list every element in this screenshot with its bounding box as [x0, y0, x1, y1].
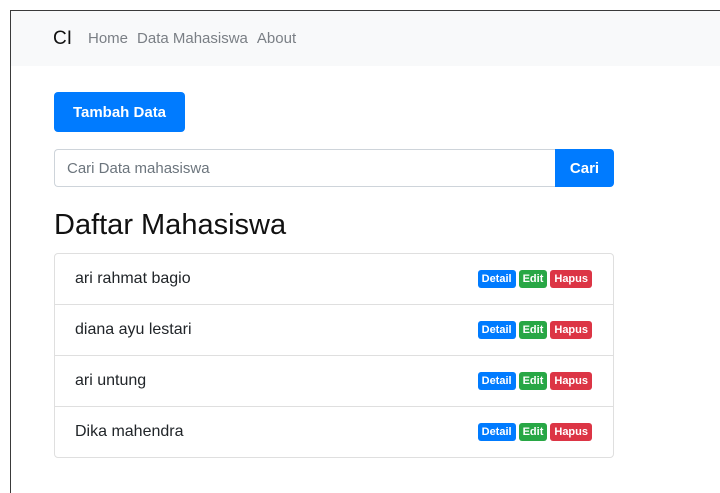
detail-badge[interactable]: Detail — [477, 372, 516, 390]
list-item: Dika mahendra Detail Edit Hapus — [55, 407, 613, 457]
detail-badge[interactable]: Detail — [477, 321, 516, 339]
delete-badge[interactable]: Hapus — [550, 270, 592, 288]
item-actions: Detail Edit Hapus — [477, 270, 592, 288]
search-group: Cari — [54, 149, 614, 187]
nav-link-about[interactable]: About — [257, 30, 296, 47]
edit-badge[interactable]: Edit — [518, 423, 548, 441]
search-button[interactable]: Cari — [555, 149, 614, 187]
add-data-button[interactable]: Tambah Data — [54, 92, 185, 132]
student-list: ari rahmat bagio Detail Edit Hapus diana… — [54, 253, 614, 458]
list-item: ari rahmat bagio Detail Edit Hapus — [55, 254, 613, 305]
page-title: Daftar Mahasiswa — [54, 209, 287, 241]
detail-badge[interactable]: Detail — [477, 270, 516, 288]
item-actions: Detail Edit Hapus — [477, 321, 592, 339]
search-input[interactable] — [54, 149, 555, 187]
detail-badge[interactable]: Detail — [477, 423, 516, 441]
browser-viewport: CI Home Data Mahasiswa About Tambah Data… — [10, 10, 720, 493]
nav-link-data-mahasiswa[interactable]: Data Mahasiswa — [137, 30, 248, 47]
student-name: diana ayu lestari — [75, 321, 192, 338]
delete-badge[interactable]: Hapus — [550, 423, 592, 441]
navbar-brand[interactable]: CI — [53, 28, 72, 50]
item-actions: Detail Edit Hapus — [477, 423, 592, 441]
student-name: Dika mahendra — [75, 423, 184, 440]
edit-badge[interactable]: Edit — [518, 321, 548, 339]
student-name: ari untung — [75, 372, 147, 389]
student-name: ari rahmat bagio — [75, 270, 191, 287]
delete-badge[interactable]: Hapus — [550, 321, 592, 339]
edit-badge[interactable]: Edit — [518, 270, 548, 288]
list-item: ari untung Detail Edit Hapus — [55, 356, 613, 407]
nav-link-home[interactable]: Home — [88, 30, 128, 47]
list-item: diana ayu lestari Detail Edit Hapus — [55, 305, 613, 356]
navbar: CI Home Data Mahasiswa About — [11, 11, 720, 66]
edit-badge[interactable]: Edit — [518, 372, 548, 390]
delete-badge[interactable]: Hapus — [550, 372, 592, 390]
item-actions: Detail Edit Hapus — [477, 372, 592, 390]
